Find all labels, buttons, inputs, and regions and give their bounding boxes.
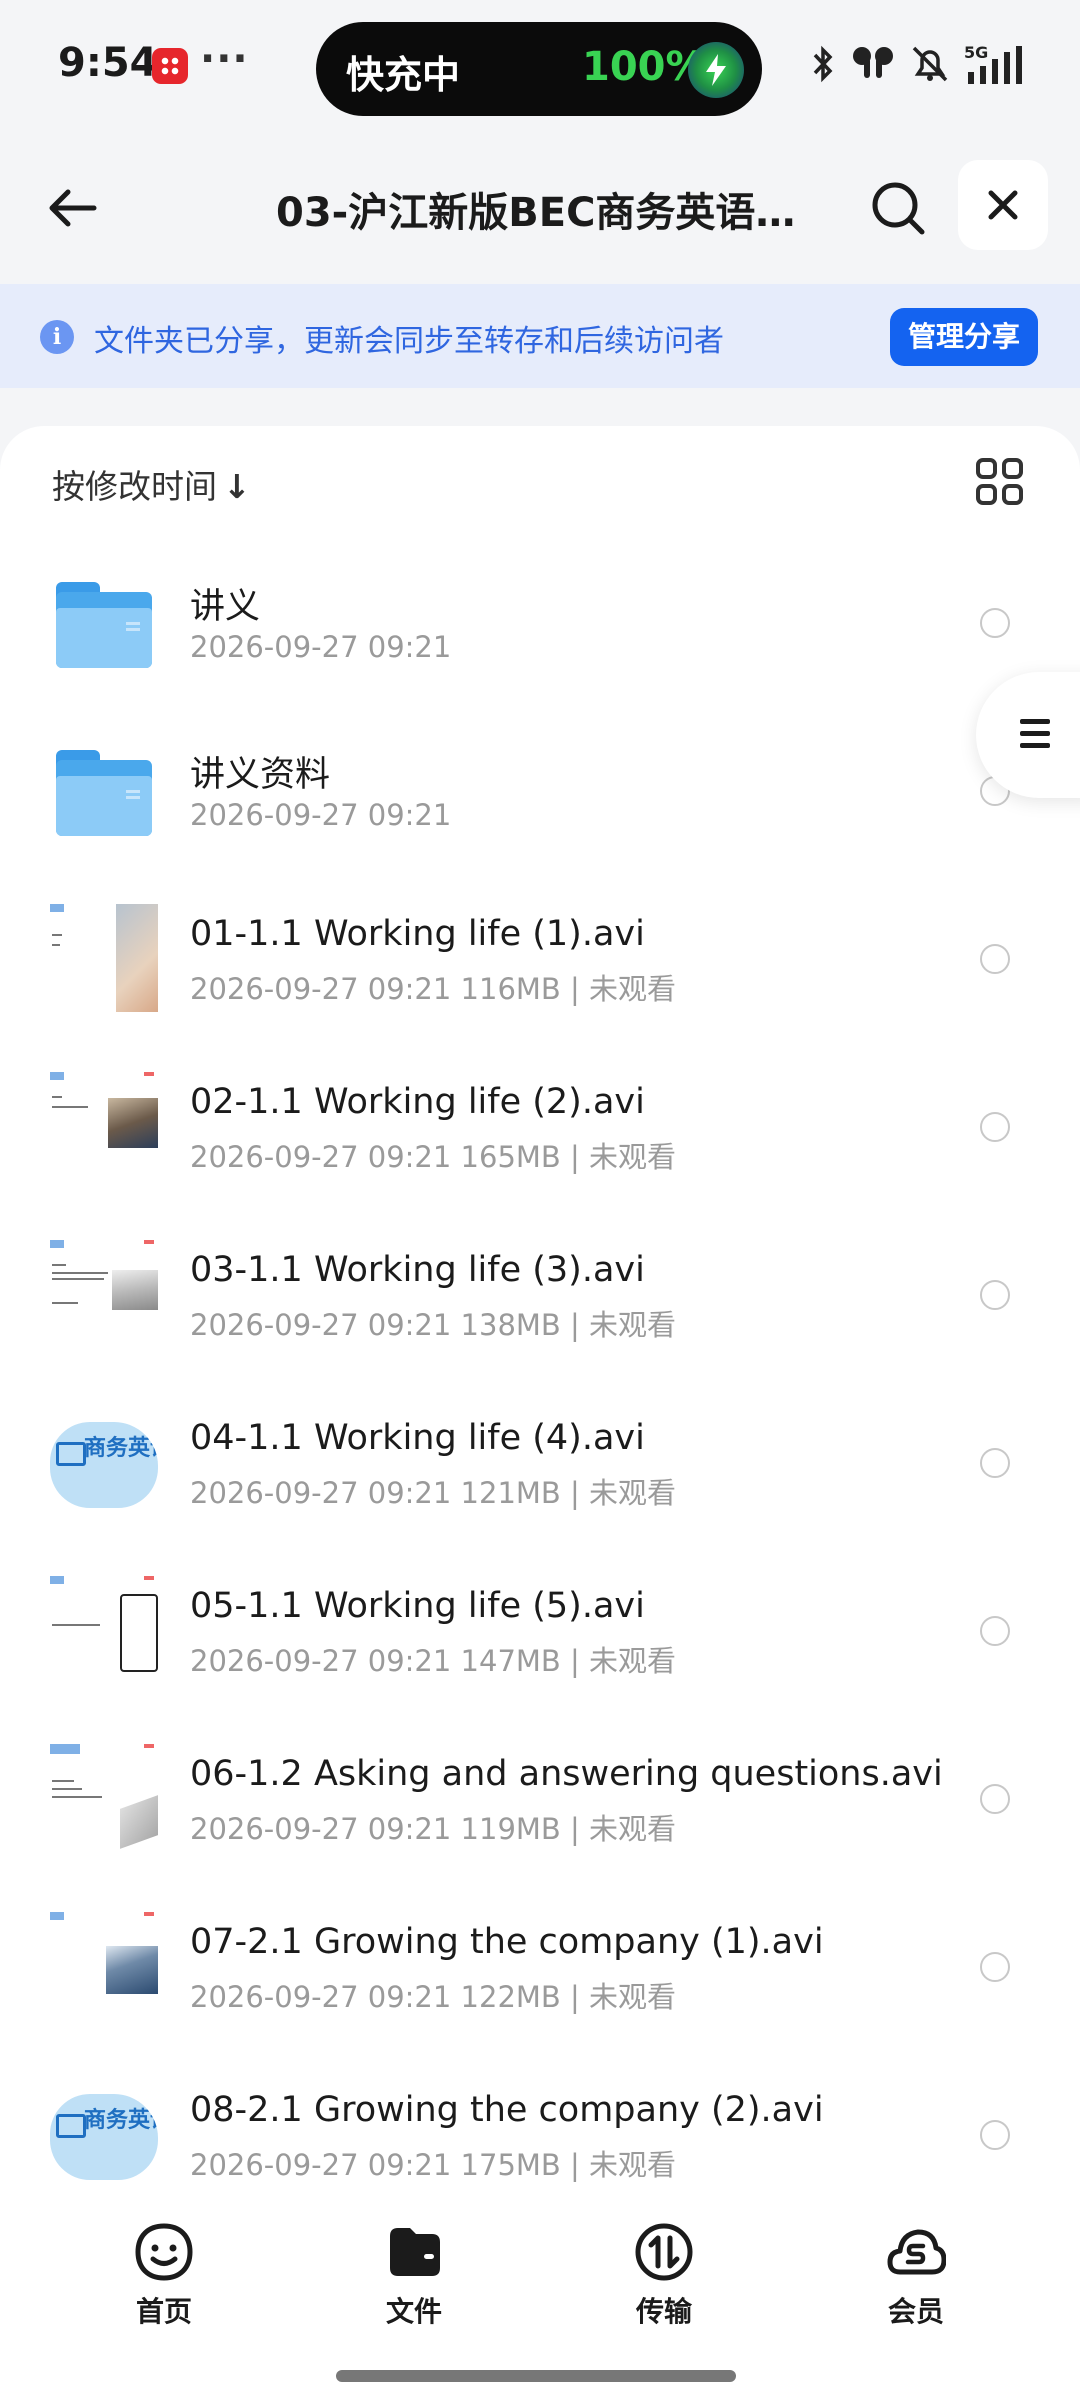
tab-home[interactable]: 首页 [94,2222,234,2342]
list-item-video[interactable]: 07-2.1 Growing the company (1).avi 2026-… [0,1886,1080,2054]
list-item-video[interactable]: 05-1.1 Working life (5).avi 2026-09-27 0… [0,1550,1080,1718]
item-name: 05-1.1 Working life (5).avi [190,1586,645,1626]
item-name: 07-2.1 Growing the company (1).avi [190,1922,824,1962]
video-thumbnail [50,1072,158,1180]
svg-text:5G: 5G [964,43,988,62]
sort-label: 按修改时间 [52,467,217,506]
item-name: 讲义资料 [190,755,331,795]
tab-member[interactable]: 会员 [846,2222,986,2342]
mute-bell-icon [912,46,948,82]
status-bar: 9:54 ··· 快充中 100% 5G [0,0,1080,140]
select-radio[interactable] [980,1784,1010,1814]
item-name: 08-2.1 Growing the company (2).avi [190,2090,824,2130]
select-radio[interactable] [980,2120,1010,2150]
item-meta: 2026-09-27 09:21 [190,630,452,664]
item-meta: 2026-09-27 09:21 [190,798,452,832]
item-meta: 2026-09-27 09:21 175MB | 未观看 [190,2148,677,2182]
item-name: 讲义 [190,587,261,627]
more-notifications-icon: ··· [200,36,249,82]
video-thumbnail [50,1240,158,1348]
close-icon [988,190,1018,220]
tab-label: 传输 [635,2295,692,2328]
video-thumbnail [50,1744,158,1852]
item-meta: 2026-09-27 09:21 165MB | 未观看 [190,1140,677,1174]
charging-label: 快充中 [346,53,461,97]
tab-label: 文件 [385,2295,442,2328]
file-list: 按修改时间 ↓ 讲义 2026-09-27 09:21 讲义资料 2026-09-… [0,426,1080,2216]
video-thumbnail: 商务英语 [50,2094,158,2180]
page-title: 03-沪江新版BEC商务英语… [276,190,796,236]
charging-island[interactable]: 快充中 100% [316,22,762,116]
list-item-folder[interactable]: 讲义资料 2026-09-27 09:21 [0,710,1080,878]
search-button[interactable] [862,172,934,244]
list-item-folder[interactable]: 讲义 2026-09-27 09:21 [0,542,1080,710]
signal-5g-icon: 5G [964,43,1022,84]
app-notification-icon [152,48,188,84]
back-button[interactable] [36,172,108,244]
item-name: 06-1.2 Asking and answering questions.av… [190,1754,943,1794]
page: 9:54 ··· 快充中 100% 5G 03-沪江新版BEC商务英语… i 文… [0,0,1080,2400]
lightning-bolt-icon [688,42,744,98]
share-banner-text: 文件夹已分享，更新会同步至转存和后续访问者 [94,324,724,359]
list-item-video[interactable]: 01-1.1 Working life (1).avi 2026-09-27 0… [0,878,1080,1046]
item-name: 03-1.1 Working life (3).avi [190,1250,645,1290]
close-button[interactable] [958,160,1048,250]
grid-view-icon [976,458,1023,505]
video-thumbnail [50,1576,158,1684]
select-radio[interactable] [980,1448,1010,1478]
video-thumbnail [50,1912,158,2020]
video-thumbnail: 商务英语 [50,1422,158,1508]
item-name: 04-1.1 Working life (4).avi [190,1418,645,1458]
item-meta: 2026-09-27 09:21 121MB | 未观看 [190,1476,677,1510]
search-icon [872,182,925,235]
tab-label: 会员 [887,2295,944,2328]
item-meta: 2026-09-27 09:21 119MB | 未观看 [190,1812,677,1846]
top-bar: 03-沪江新版BEC商务英语… [0,150,1080,260]
back-arrow-icon [49,189,97,227]
home-indicator[interactable] [336,2370,736,2382]
list-item-video[interactable]: 06-1.2 Asking and answering questions.av… [0,1718,1080,1886]
select-radio[interactable] [980,608,1010,638]
list-item-video[interactable]: 商务英语 04-1.1 Working life (4).avi 2026-09… [0,1382,1080,1550]
earbuds-icon [853,47,893,78]
item-meta: 2026-09-27 09:21 116MB | 未观看 [190,972,677,1006]
select-radio[interactable] [980,1280,1010,1310]
thumbnail-brand-text: 商务英语 [84,2108,158,2133]
select-radio[interactable] [980,1112,1010,1142]
status-time: 9:54 [58,40,158,86]
grid-view-button[interactable] [974,456,1026,508]
item-name: 02-1.1 Working life (2).avi [190,1082,645,1122]
select-radio[interactable] [980,1616,1010,1646]
battery-percent: 100% [582,44,706,90]
info-icon: i [40,320,74,354]
cloud-member-icon [887,2229,946,2275]
share-banner: i 文件夹已分享，更新会同步至转存和后续访问者 管理分享 [0,284,1080,388]
video-thumbnail [50,904,158,1012]
tab-transfer[interactable]: 传输 [594,2222,734,2342]
manage-share-button[interactable]: 管理分享 [890,308,1038,366]
sort-down-arrow-icon: ↓ [223,467,251,506]
folder-icon [56,582,152,668]
list-item-video[interactable]: 03-1.1 Working life (3).avi 2026-09-27 0… [0,1214,1080,1382]
folder-icon [56,750,152,836]
list-item-video[interactable]: 02-1.1 Working life (2).avi 2026-09-27 0… [0,1046,1080,1214]
item-meta: 2026-09-27 09:21 138MB | 未观看 [190,1308,677,1342]
smile-face-icon [135,2223,193,2281]
tab-files[interactable]: 文件 [344,2222,484,2342]
item-name: 01-1.1 Working life (1).avi [190,914,645,954]
status-icons: 5G [808,40,1026,88]
select-radio[interactable] [980,944,1010,974]
folder-file-icon [390,2228,440,2276]
menu-lines-icon [1020,719,1050,748]
bluetooth-icon [813,45,833,83]
transfer-icon [635,2223,693,2281]
sort-toggle[interactable]: 按修改时间 ↓ [52,460,251,508]
item-meta: 2026-09-27 09:21 147MB | 未观看 [190,1644,677,1678]
thumbnail-brand-text: 商务英语 [84,1436,158,1461]
select-radio[interactable] [980,1952,1010,1982]
list-item-video[interactable]: 商务英语 08-2.1 Growing the company (2).avi … [0,2054,1080,2222]
item-meta: 2026-09-27 09:21 122MB | 未观看 [190,1980,677,2014]
tab-label: 首页 [135,2295,192,2328]
